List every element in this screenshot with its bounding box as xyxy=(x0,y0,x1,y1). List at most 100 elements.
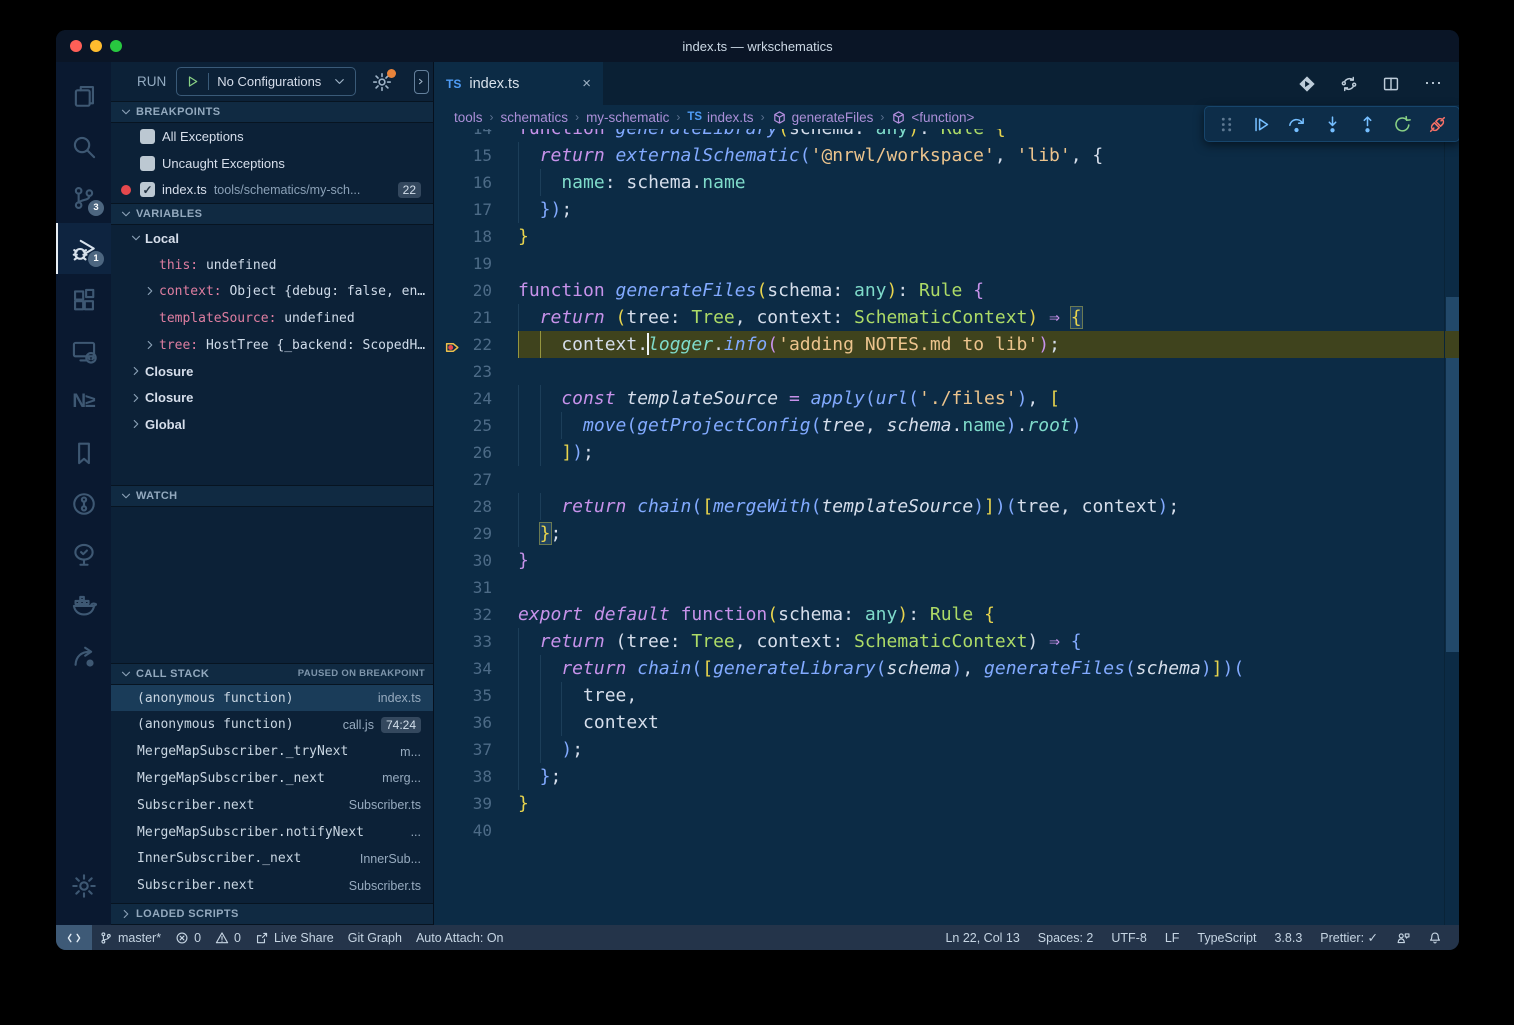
code-line[interactable]: 16 name: schema.name xyxy=(434,169,1459,196)
call-stack-frame[interactable]: MergeMapSubscriber._tryNextm... xyxy=(111,738,433,765)
code-line[interactable]: 39} xyxy=(434,790,1459,817)
restart-button[interactable] xyxy=(1389,110,1417,138)
breakpoint-checkbox[interactable] xyxy=(140,129,155,144)
variables-header[interactable]: VARIABLES xyxy=(111,203,433,225)
error-count-status-item[interactable]: 0 xyxy=(168,925,208,950)
start-debug-icon[interactable] xyxy=(185,74,200,89)
code-line[interactable]: 21 return (tree: Tree, context: Schemati… xyxy=(434,304,1459,331)
project-share-activity-icon[interactable] xyxy=(56,631,111,682)
step-into-button[interactable] xyxy=(1318,110,1346,138)
call-stack-frame[interactable]: Subscriber.nextSubscriber.ts xyxy=(111,792,433,819)
code-line[interactable]: 30} xyxy=(434,547,1459,574)
bookmarks-activity-icon[interactable] xyxy=(56,427,111,478)
configure-gear-button[interactable] xyxy=(372,72,392,92)
code-line[interactable]: 36 context xyxy=(434,709,1459,736)
code-line[interactable]: 40 xyxy=(434,817,1459,844)
chevron-right-icon[interactable] xyxy=(127,364,145,378)
extensions-activity-icon[interactable] xyxy=(56,274,111,325)
code-line[interactable]: 34 return chain([generateLibrary(schema)… xyxy=(434,655,1459,682)
debug-activity-icon[interactable]: 1 xyxy=(56,223,111,274)
manage-gear-button[interactable] xyxy=(56,860,111,911)
sync-changes-button[interactable] xyxy=(1340,75,1358,93)
remote-indicator-status-item[interactable] xyxy=(56,925,92,950)
breadcrumb-item[interactable]: TSindex.ts xyxy=(687,110,753,125)
code-line[interactable]: 35 tree, xyxy=(434,682,1459,709)
zoom-window-button[interactable] xyxy=(110,40,122,52)
warning-count-status-item[interactable]: 0 xyxy=(208,925,248,950)
toolbar-drag-handle[interactable] xyxy=(1212,110,1240,138)
step-out-button[interactable] xyxy=(1353,110,1381,138)
indentation-status-item[interactable]: Spaces: 2 xyxy=(1031,925,1101,950)
call-stack-frame[interactable]: MergeMapSubscriber._nextmerg... xyxy=(111,765,433,792)
breakpoint-checkbox[interactable]: ✓ xyxy=(140,182,155,197)
eol-status-item[interactable]: LF xyxy=(1158,925,1187,950)
cursor-position-status-item[interactable]: Ln 22, Col 13 xyxy=(938,925,1026,950)
code-line[interactable]: 28 return chain([mergeWith(templateSourc… xyxy=(434,493,1459,520)
notifications-status-item[interactable] xyxy=(1421,925,1449,950)
chevron-right-icon[interactable] xyxy=(127,417,145,431)
variable-scope-row[interactable]: Global xyxy=(111,411,433,438)
code-line[interactable]: 29 }; xyxy=(434,520,1459,547)
minimize-window-button[interactable] xyxy=(90,40,102,52)
gitlens-activity-icon[interactable] xyxy=(56,478,111,529)
call-stack-frame[interactable]: Subscriber.nextSubscriber.ts xyxy=(111,872,433,899)
encoding-status-item[interactable]: UTF-8 xyxy=(1104,925,1153,950)
source-control-activity-icon[interactable]: 3 xyxy=(56,172,111,223)
code-line[interactable]: 18} xyxy=(434,223,1459,250)
code-line[interactable]: 20function generateFiles(schema: any): R… xyxy=(434,277,1459,304)
live-share-status-item[interactable]: Live Share xyxy=(248,925,341,950)
close-tab-icon[interactable]: × xyxy=(582,75,591,92)
remote-explorer-activity-icon[interactable] xyxy=(56,325,111,376)
more-button[interactable]: ⋯ xyxy=(1424,73,1443,94)
breadcrumb-item[interactable]: tools xyxy=(454,110,483,125)
code-line[interactable]: 37 ); xyxy=(434,736,1459,763)
variable-scope-row[interactable]: Local xyxy=(111,225,433,252)
config-name[interactable]: No Configurations xyxy=(217,74,324,89)
loaded-scripts-header[interactable]: LOADED SCRIPTS xyxy=(111,903,433,925)
watch-header[interactable]: WATCH xyxy=(111,485,433,507)
paused-breakpoint-icon[interactable] xyxy=(444,337,461,354)
breadcrumb-item[interactable]: generateFiles xyxy=(772,110,874,125)
code-editor[interactable]: 14function generateLibrary(schema: any):… xyxy=(434,129,1459,925)
step-over-button[interactable] xyxy=(1283,110,1311,138)
breakpoint-row[interactable]: All Exceptions xyxy=(111,123,433,150)
variable-row[interactable]: context: Object {debug: false, en… xyxy=(111,278,433,305)
code-line[interactable]: 27 xyxy=(434,466,1459,493)
call-stack-header[interactable]: CALL STACK PAUSED ON BREAKPOINT xyxy=(111,663,433,685)
code-line[interactable]: 22 context.logger.info('adding NOTES.md … xyxy=(434,331,1459,358)
disconnect-button[interactable] xyxy=(1424,110,1452,138)
tab-index-ts[interactable]: TS index.ts × xyxy=(434,62,603,105)
call-stack-frame[interactable]: InnerSubscriber._nextInnerSub... xyxy=(111,845,433,872)
breadcrumb-item[interactable]: <function> xyxy=(891,110,974,125)
open-changes-button[interactable] xyxy=(1298,75,1316,93)
code-line[interactable]: 31 xyxy=(434,574,1459,601)
chevron-right-icon[interactable] xyxy=(141,338,159,352)
chevron-right-icon[interactable] xyxy=(127,391,145,405)
git-graph-status-item[interactable]: Git Graph xyxy=(341,925,409,950)
chevron-right-icon[interactable] xyxy=(141,284,159,298)
variable-scope-row[interactable]: Closure xyxy=(111,384,433,411)
launch-config-dropdown[interactable]: No Configurations xyxy=(176,67,356,96)
variable-row[interactable]: tree: HostTree {_backend: ScopedH… xyxy=(111,331,433,358)
code-line[interactable]: 17 }); xyxy=(434,196,1459,223)
feedback-status-item[interactable] xyxy=(1389,925,1417,950)
code-line[interactable]: 38 }; xyxy=(434,763,1459,790)
nx-console-activity-icon[interactable]: N≥ xyxy=(56,376,111,427)
code-line[interactable]: 19 xyxy=(434,250,1459,277)
git-branch-status-item[interactable]: master* xyxy=(92,925,168,950)
call-stack-frame[interactable]: MergeMapSubscriber.notifyNext... xyxy=(111,819,433,846)
call-stack-frame[interactable]: (anonymous function)call.js74:24 xyxy=(111,711,433,738)
editor-scrollbar[interactable] xyxy=(1444,129,1459,925)
close-window-button[interactable] xyxy=(70,40,82,52)
continue-button[interactable] xyxy=(1248,110,1276,138)
files-activity-icon[interactable] xyxy=(56,70,111,121)
code-line[interactable]: 26 ]); xyxy=(434,439,1459,466)
search-activity-icon[interactable] xyxy=(56,121,111,172)
code-line[interactable]: 33 return (tree: Tree, context: Schemati… xyxy=(434,628,1459,655)
breakpoint-checkbox[interactable] xyxy=(140,156,155,171)
variable-row[interactable]: templateSource: undefined xyxy=(111,305,433,332)
breadcrumb-item[interactable]: my-schematic xyxy=(586,110,669,125)
code-line[interactable]: 15 return externalSchematic('@nrwl/works… xyxy=(434,142,1459,169)
todo-tree-activity-icon[interactable] xyxy=(56,529,111,580)
code-line[interactable]: 32export default function(schema: any): … xyxy=(434,601,1459,628)
